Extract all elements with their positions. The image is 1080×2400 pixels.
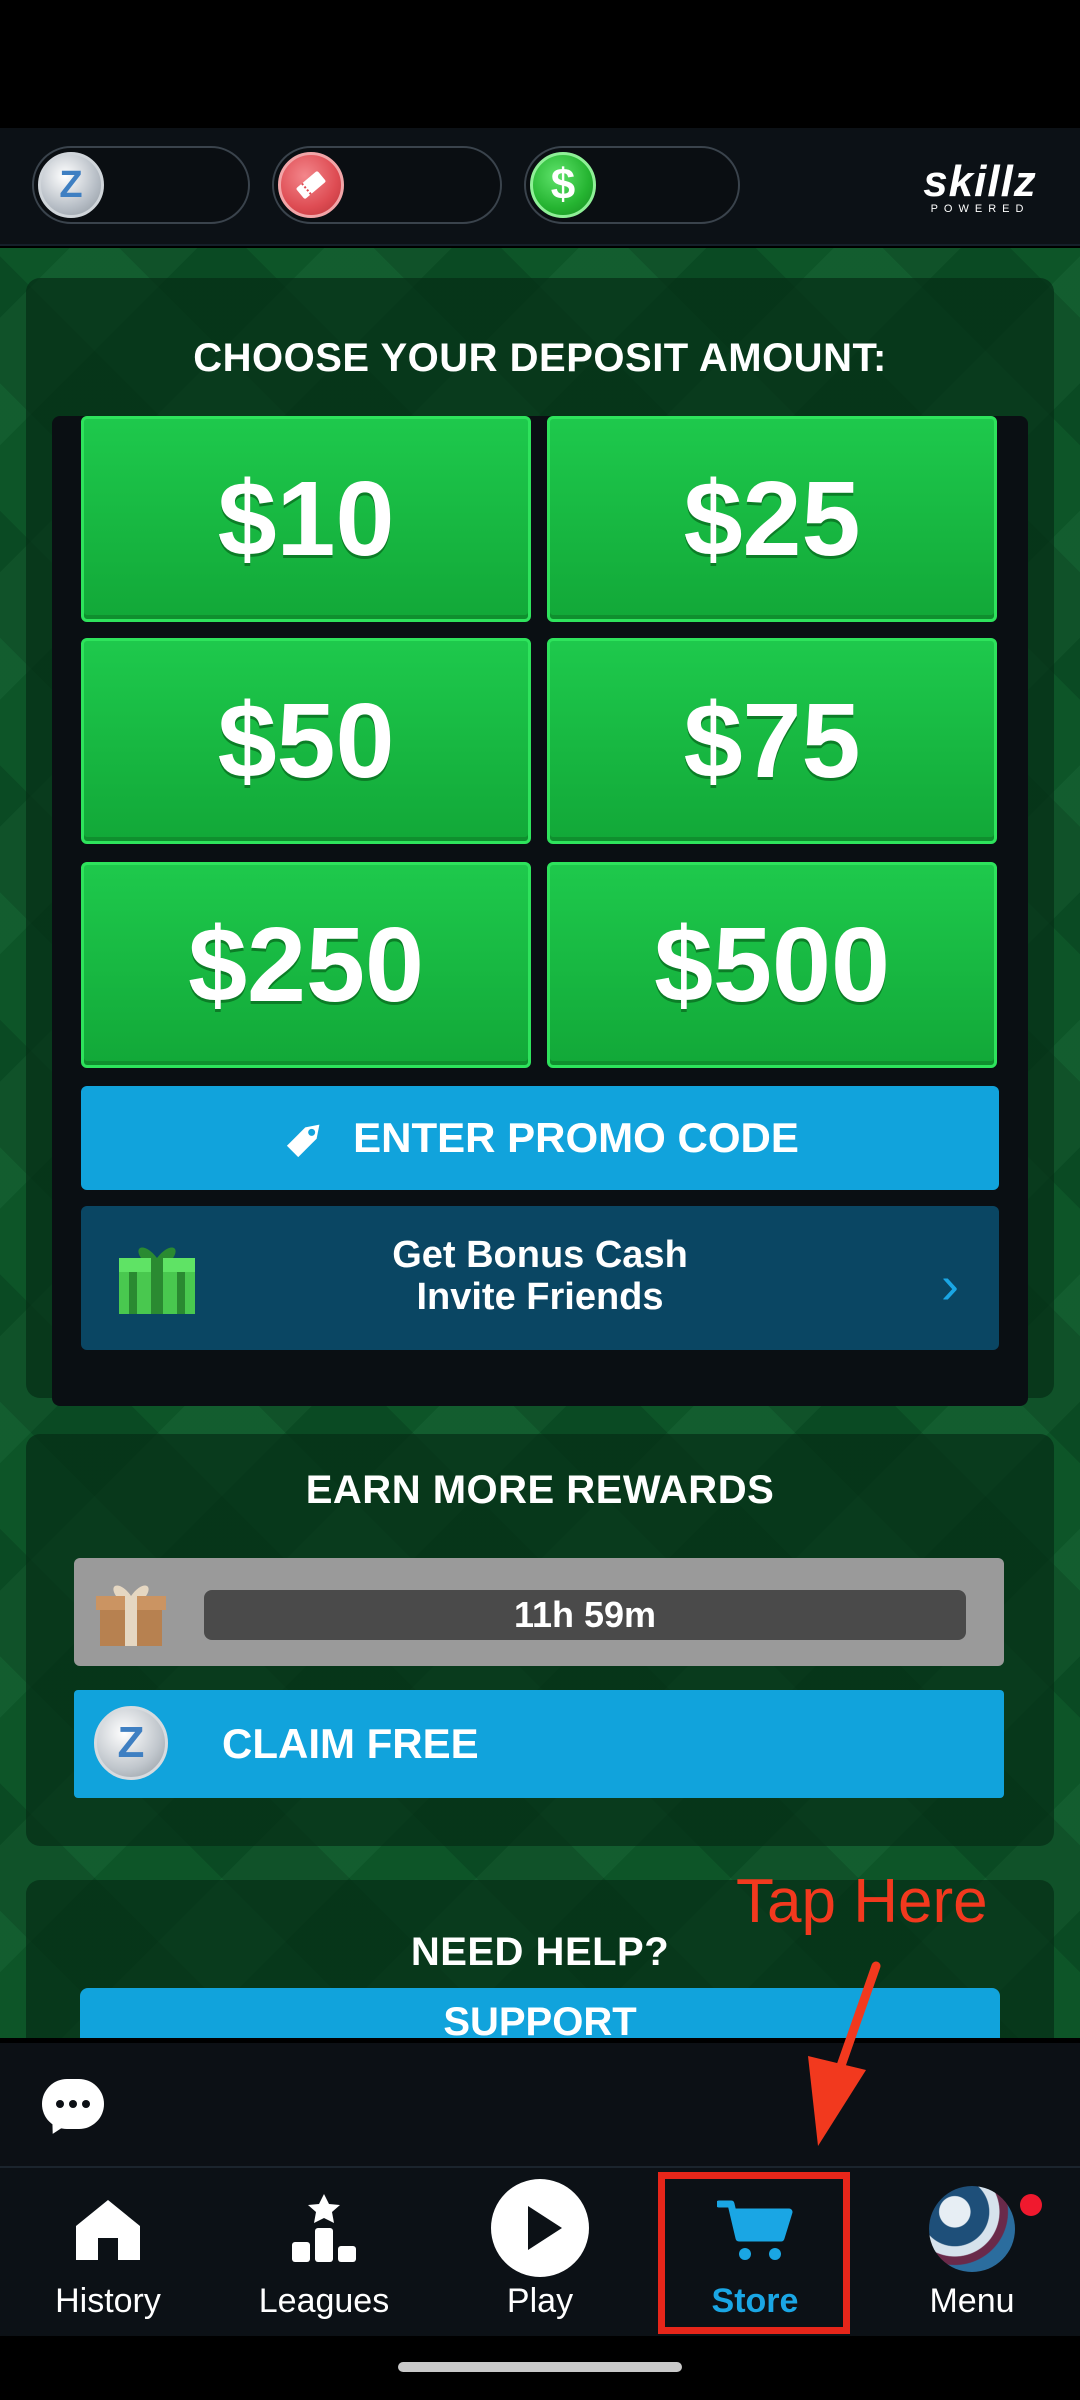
tag-icon [287, 1124, 320, 1158]
nav-leagues-label: Leagues [258, 2282, 390, 2320]
deposit-500-button[interactable]: $500 [547, 862, 997, 1068]
nav-history[interactable]: History [8, 2168, 208, 2338]
claim-free-button[interactable]: Z CLAIM FREE [74, 1690, 1004, 1798]
bottom-nav: History Leagues Play Store Menu [0, 2166, 1080, 2336]
brand-name: skillz [923, 157, 1037, 206]
promo-code-label: ENTER PROMO CODE [353, 1114, 799, 1161]
ticket-icon [278, 152, 344, 218]
bonus-line-1: Get Bonus Cash [392, 1234, 688, 1276]
status-bar [0, 0, 1080, 128]
home-icon [76, 2200, 140, 2262]
z-coin-icon: Z [38, 152, 104, 218]
deposit-title: CHOOSE YOUR DEPOSIT AMOUNT: [193, 336, 887, 380]
chat-bar [0, 2040, 1080, 2166]
bonus-line-2: Invite Friends [416, 1276, 664, 1318]
z-coin-balance[interactable]: Z [32, 146, 250, 224]
nav-play[interactable]: Play [440, 2168, 640, 2338]
deposit-50-button[interactable]: $50 [81, 638, 531, 844]
dollar-icon: $ [530, 152, 596, 218]
deposit-75-button[interactable]: $75 [547, 638, 997, 844]
claim-free-label: CLAIM FREE [222, 1720, 479, 1767]
home-indicator[interactable] [398, 2362, 682, 2372]
z-coin-icon: Z [94, 1706, 168, 1780]
gift-box-icon [96, 1585, 166, 1646]
chat-icon[interactable] [42, 2079, 104, 2129]
nav-menu[interactable]: Menu [872, 2168, 1072, 2338]
play-icon [491, 2179, 589, 2277]
ticket-balance[interactable] [272, 146, 502, 224]
nav-leagues[interactable]: Leagues [224, 2168, 424, 2338]
leagues-icon [292, 2194, 356, 2262]
nav-menu-label: Menu [929, 2282, 1015, 2320]
rewards-title: EARN MORE REWARDS [305, 1468, 775, 1512]
deposit-10-button[interactable]: $10 [81, 416, 531, 622]
promo-code-button[interactable]: ENTER PROMO CODE [81, 1086, 999, 1190]
support-button[interactable]: SUPPORT [80, 1988, 1000, 2038]
bonus-text: Get Bonus Cash Invite Friends [81, 1234, 999, 1318]
notification-badge [1020, 2194, 1042, 2216]
nav-history-label: History [55, 2282, 161, 2320]
nav-play-label: Play [506, 2282, 574, 2320]
invite-friends-button[interactable]: Get Bonus Cash Invite Friends › [81, 1206, 999, 1350]
skillz-logo: skillz POWERED [910, 157, 1050, 216]
reward-countdown: 11h 59m [204, 1590, 966, 1640]
reward-timer-row: 11h 59m [74, 1558, 1004, 1666]
chevron-right-icon: › [941, 1255, 959, 1315]
store-content[interactable]: CHOOSE YOUR DEPOSIT AMOUNT: $10 $25 $50 … [0, 248, 1080, 2038]
deposit-25-button[interactable]: $25 [547, 416, 997, 622]
avatar [929, 2186, 1015, 2272]
cash-balance[interactable]: $ [524, 146, 740, 224]
store-highlight-box [658, 2172, 850, 2334]
brand-subtitle: POWERED [930, 203, 1030, 215]
deposit-250-button[interactable]: $250 [81, 862, 531, 1068]
tap-here-annotation: Tap Here [736, 1867, 988, 1936]
